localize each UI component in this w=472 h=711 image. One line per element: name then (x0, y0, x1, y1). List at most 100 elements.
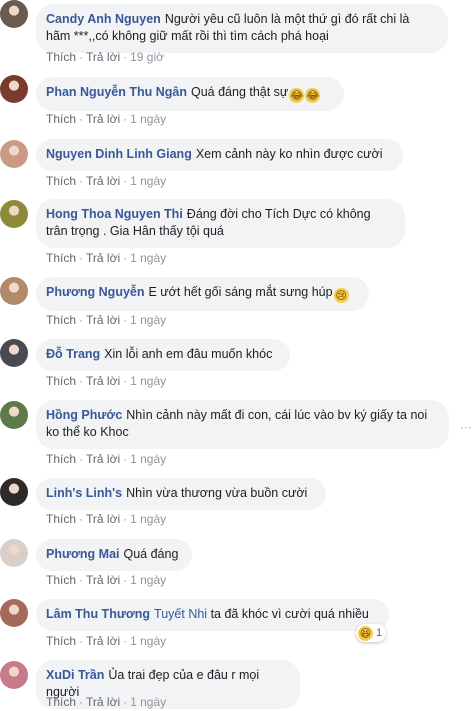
separator-dot: · (79, 112, 84, 126)
comment-author-link[interactable]: Phương Mai (46, 547, 120, 561)
reply-link[interactable]: Trả lời (86, 573, 120, 587)
comment-bubble: Nguyen Dinh Linh Giang Xem cảnh này ko nh… (36, 139, 403, 171)
avatar[interactable] (0, 661, 28, 689)
avatar[interactable] (0, 339, 28, 367)
comment-bubble: Hồng Phước Nhìn cảnh này mất đi con, cái … (36, 400, 449, 449)
comment-text: Nhìn vừa thương vừa buồn cười (126, 486, 308, 500)
comment-author-link[interactable]: Đỗ Trang (46, 347, 100, 361)
separator-dot: · (79, 174, 84, 188)
comment-author-link[interactable]: Candy Anh Nguyen (46, 12, 161, 26)
comment-author-link[interactable]: Hồng Phước (46, 408, 122, 422)
avatar[interactable] (0, 277, 28, 305)
comment-actions: Thích · Trả lời · 1 ngày (46, 112, 166, 126)
separator-dot: · (123, 452, 128, 466)
avatar[interactable] (0, 200, 28, 228)
like-link[interactable]: Thích (46, 251, 76, 265)
separator-dot: · (123, 174, 128, 188)
reply-link[interactable]: Trả lời (86, 452, 120, 466)
comment-bubble: Hong Thoa Nguyen Thi Đáng đời cho Tích Dự… (36, 199, 405, 248)
reply-link[interactable]: Trả lời (86, 695, 120, 709)
comment-actions: Thích · Trả lời · 1 ngày (46, 374, 166, 388)
separator-dot: · (123, 313, 128, 327)
emoji-icon: 😂 (289, 88, 305, 103)
separator-dot: · (79, 634, 84, 648)
avatar[interactable] (0, 539, 28, 567)
separator-dot: · (123, 251, 128, 265)
comment-timestamp[interactable]: 1 ngày (130, 452, 166, 466)
more-options-icon[interactable]: ··· (460, 421, 471, 435)
comment-actions: Thích · Trả lời · 19 giờ (46, 50, 164, 64)
separator-dot: · (79, 251, 84, 265)
avatar[interactable] (0, 599, 28, 627)
reply-link[interactable]: Trả lời (86, 374, 120, 388)
reply-link[interactable]: Trả lời (86, 634, 120, 648)
comment-text: Xem cảnh này ko nhìn được cười (195, 147, 383, 161)
comment-author-link[interactable]: Hong Thoa Nguyen Thi (46, 207, 183, 221)
comment-author-link[interactable]: Lâm Thu Thương (46, 607, 150, 621)
comment-timestamp[interactable]: 1 ngày (130, 251, 166, 265)
comment-text: Xin lỗi anh em đâu muốn khóc (104, 347, 273, 361)
comment-author-link[interactable]: Linh's Linh's (46, 486, 122, 500)
comment-text: E ướt hết gối sáng mắt sưng húp (148, 285, 333, 299)
comment-bubble: Phương Nguyễn E ướt hết gối sáng mắt sưng… (36, 277, 369, 311)
comment-timestamp[interactable]: 1 ngày (130, 512, 166, 526)
comment-timestamp[interactable]: 1 ngày (130, 374, 166, 388)
separator-dot: · (123, 112, 128, 126)
emoji-icon: 😂 (305, 88, 321, 103)
reply-link[interactable]: Trả lời (86, 112, 120, 126)
avatar[interactable] (0, 140, 28, 168)
avatar[interactable] (0, 0, 28, 28)
reaction-count-badge[interactable]: 😆 1 (356, 624, 387, 642)
reply-link[interactable]: Trả lời (86, 313, 120, 327)
comment-timestamp[interactable]: 19 giờ (130, 50, 164, 64)
like-link[interactable]: Thích (46, 313, 76, 327)
comment-author-link[interactable]: Nguyen Dinh Linh Giang (46, 147, 192, 161)
separator-dot: · (123, 695, 128, 709)
like-link[interactable]: Thích (46, 174, 76, 188)
comment-timestamp[interactable]: 1 ngày (130, 313, 166, 327)
comment-actions: Thích · Trả lời · 1 ngày (46, 251, 166, 265)
separator-dot: · (123, 512, 128, 526)
like-link[interactable]: Thích (46, 452, 76, 466)
comment-author-link[interactable]: XuDi Trần (46, 668, 104, 682)
reply-link[interactable]: Trả lời (86, 251, 120, 265)
comment-timestamp[interactable]: 1 ngày (130, 695, 166, 709)
comment-text: Quá đáng thật sự (190, 85, 289, 99)
like-link[interactable]: Thích (46, 374, 76, 388)
comment-timestamp[interactable]: 1 ngày (130, 573, 166, 587)
comment-actions: Thích · Trả lời · 1 ngày (46, 313, 166, 327)
reply-link[interactable]: Trả lời (86, 50, 120, 64)
like-link[interactable]: Thích (46, 573, 76, 587)
comment-actions: Thích · Trả lời · 1 ngày (46, 452, 166, 466)
separator-dot: · (123, 634, 128, 648)
comment-timestamp[interactable]: 1 ngày (130, 634, 166, 648)
like-link[interactable]: Thích (46, 50, 76, 64)
comment-list: Candy Anh Nguyen Người yêu cũ luôn là một… (0, 0, 472, 711)
mention-link[interactable]: Tuyết Nhi (154, 607, 211, 621)
comment-bubble: Linh's Linh's Nhìn vừa thương vừa buồn cư… (36, 478, 326, 510)
comment-actions: Thích · Trả lời · 1 ngày (46, 573, 166, 587)
like-link[interactable]: Thích (46, 634, 76, 648)
avatar[interactable] (0, 401, 28, 429)
comment-actions: Thích · Trả lời · 1 ngày (46, 512, 166, 526)
separator-dot: · (79, 695, 84, 709)
separator-dot: · (123, 573, 128, 587)
comment-bubble: Đỗ Trang Xin lỗi anh em đâu muốn khóc (36, 339, 290, 371)
comment-timestamp[interactable]: 1 ngày (130, 174, 166, 188)
like-link[interactable]: Thích (46, 512, 76, 526)
avatar[interactable] (0, 75, 28, 103)
like-link[interactable]: Thích (46, 112, 76, 126)
comment-actions: Thích · Trả lời · 1 ngày (46, 174, 166, 188)
comment-author-link[interactable]: Phương Nguyễn (46, 285, 145, 299)
reply-link[interactable]: Trả lời (86, 512, 120, 526)
separator-dot: · (79, 512, 84, 526)
reaction-count: 1 (376, 627, 383, 639)
comment-author-link[interactable]: Phan Nguyễn Thu Ngân (46, 85, 187, 99)
separator-dot: · (79, 452, 84, 466)
reply-link[interactable]: Trả lời (86, 174, 120, 188)
avatar[interactable] (0, 478, 28, 506)
like-link[interactable]: Thích (46, 695, 76, 709)
separator-dot: · (123, 374, 128, 388)
separator-dot: · (79, 573, 84, 587)
comment-timestamp[interactable]: 1 ngày (130, 112, 166, 126)
